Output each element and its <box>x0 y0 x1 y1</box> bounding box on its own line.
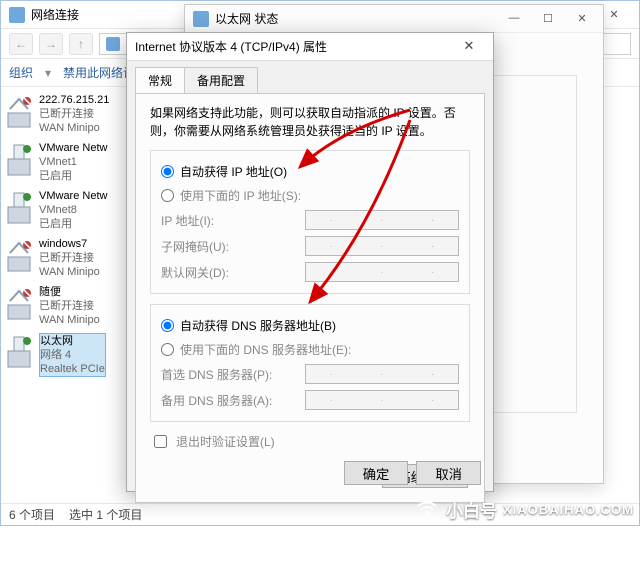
connection-item[interactable]: 以太网 网络 4 Realtek PCIe <box>5 333 129 377</box>
connection-status: 已断开连接 <box>39 251 100 265</box>
dns-auto-radio[interactable] <box>161 319 174 332</box>
dns-pref-label: 首选 DNS 服务器(P): <box>161 366 299 383</box>
connection-item[interactable]: VMware Netw VMnet8 已启用 <box>5 189 129 233</box>
tab-general[interactable]: 常规 <box>135 67 185 93</box>
connection-device: WAN Minipo <box>39 265 100 279</box>
dialog-title: Internet 协议版本 4 (TCP/IPv4) 属性 <box>135 38 327 55</box>
connections-list: 222.76.215.21 已断开连接 WAN Minipo VMware Ne… <box>1 87 133 503</box>
dns-alt-input[interactable]: ··· <box>305 390 459 410</box>
wifi-icon <box>414 495 440 524</box>
connection-status: VMnet1 <box>39 155 107 169</box>
connection-device: Realtek PCIe <box>40 362 105 376</box>
dialog-description: 如果网络支持此功能，则可以获取自动指派的 IP 设置。否则，你需要从网络系统管理… <box>150 104 470 140</box>
validate-checkbox[interactable] <box>154 435 167 448</box>
connection-item[interactable]: 222.76.215.21 已断开连接 WAN Minipo <box>5 93 129 137</box>
dns-manual-label: 使用下面的 DNS 服务器地址(E): <box>180 341 351 358</box>
ip-auto-radio[interactable] <box>161 165 174 178</box>
ip-mask-label: 子网掩码(U): <box>161 238 299 255</box>
tab-body: 如果网络支持此功能，则可以获取自动指派的 IP 设置。否则，你需要从网络系统管理… <box>135 93 485 503</box>
mid-min-button[interactable]: — <box>497 7 531 29</box>
ip-addr-input[interactable]: ··· <box>305 210 459 230</box>
tab-alt[interactable]: 备用配置 <box>184 67 258 93</box>
up-button[interactable]: ↑ <box>69 33 93 55</box>
ip-mask-input[interactable]: ··· <box>305 236 459 256</box>
connection-device: 已启用 <box>39 169 107 183</box>
mid-close-button[interactable]: ✕ <box>565 7 599 29</box>
connection-device: WAN Minipo <box>39 121 109 135</box>
connection-name: 以太网 <box>40 334 105 348</box>
item-count: 6 个项目 <box>9 506 55 523</box>
connection-status: 已断开连接 <box>39 107 109 121</box>
dns-pref-input[interactable]: ··· <box>305 364 459 384</box>
connection-item[interactable]: 随便 已断开连接 WAN Minipo <box>5 285 129 329</box>
mid-max-button[interactable]: ☐ <box>531 7 565 29</box>
connection-name: 随便 <box>39 285 100 299</box>
connection-icon <box>5 333 33 377</box>
org-menu[interactable]: 组织 <box>9 64 33 81</box>
breadcrumb-icon <box>106 37 120 51</box>
connection-name: windows7 <box>39 237 100 251</box>
dns-alt-label: 备用 DNS 服务器(A): <box>161 392 299 409</box>
connection-status: 已断开连接 <box>39 299 100 313</box>
brand-text: 小白号 <box>446 497 497 522</box>
ip-gw-input[interactable]: ··· <box>305 262 459 282</box>
connection-icon <box>5 141 33 185</box>
ethernet-icon <box>193 11 209 27</box>
connection-device: WAN Minipo <box>39 313 100 327</box>
connection-icon <box>5 189 33 233</box>
dns-manual-radio[interactable] <box>161 343 174 356</box>
mid-title: 以太网 状态 <box>215 10 278 27</box>
connection-item[interactable]: VMware Netw VMnet1 已启用 <box>5 141 129 185</box>
ip-auto-label: 自动获得 IP 地址(O) <box>180 163 287 180</box>
ip-manual-radio[interactable] <box>161 189 174 202</box>
cancel-button[interactable]: 取消 <box>416 461 481 485</box>
validate-label: 退出时验证设置(L) <box>176 433 275 450</box>
ip-manual-label: 使用下面的 IP 地址(S): <box>180 187 301 204</box>
connection-name: 222.76.215.21 <box>39 93 109 107</box>
disable-menu[interactable]: 禁用此网络设 <box>63 64 135 81</box>
ipv4-properties-dialog: Internet 协议版本 4 (TCP/IPv4) 属性 ✕ 常规 备用配置 … <box>126 32 494 492</box>
ip-group: 自动获得 IP 地址(O) 使用下面的 IP 地址(S): IP 地址(I): ·… <box>150 150 470 294</box>
dialog-close-button[interactable]: ✕ <box>451 36 487 56</box>
branding: 小白号 XIAOBAIHAO.COM <box>414 495 634 524</box>
brand-url: XIAOBAIHAO.COM <box>503 502 634 517</box>
connection-device: 已启用 <box>39 217 107 231</box>
connection-icon <box>5 285 33 329</box>
back-button[interactable]: ← <box>9 33 33 55</box>
connection-status: VMnet8 <box>39 203 107 217</box>
connection-status: 网络 4 <box>40 348 105 362</box>
connection-item[interactable]: windows7 已断开连接 WAN Minipo <box>5 237 129 281</box>
dns-auto-label: 自动获得 DNS 服务器地址(B) <box>180 317 336 334</box>
selected-count: 选中 1 个项目 <box>69 506 142 523</box>
connection-icon <box>5 237 33 281</box>
dns-group: 自动获得 DNS 服务器地址(B) 使用下面的 DNS 服务器地址(E): 首选… <box>150 304 470 422</box>
ip-addr-label: IP 地址(I): <box>161 212 299 229</box>
connection-icon <box>5 93 33 137</box>
ip-gw-label: 默认网关(D): <box>161 264 299 281</box>
forward-button[interactable]: → <box>39 33 63 55</box>
connection-name: VMware Netw <box>39 141 107 155</box>
network-icon <box>9 7 25 23</box>
dialog-titlebar[interactable]: Internet 协议版本 4 (TCP/IPv4) 属性 ✕ <box>127 33 493 61</box>
ok-button[interactable]: 确定 <box>344 461 409 485</box>
connection-name: VMware Netw <box>39 189 107 203</box>
